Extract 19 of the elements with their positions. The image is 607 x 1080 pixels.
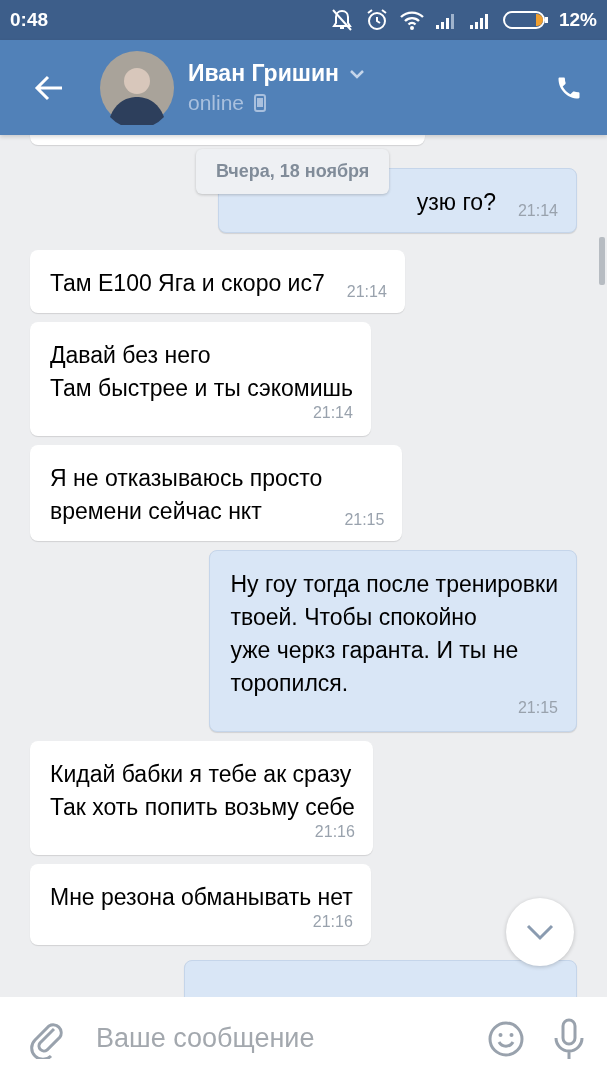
message-text: Ну гоу тогда после тренировки твоей. Чтобы спокойно уже черкз гаранта. И ты не торопился. [230,570,558,698]
date-label: Вчера, 18 ноября [196,149,390,194]
message-time: 21:14 [312,403,353,423]
message-text: Там Е100 Яга и скоро ис7 [50,269,325,298]
online-status: online [188,91,245,115]
clock: 0:48 [10,9,49,31]
message-time: 21:14 [346,282,387,302]
contact-name[interactable]: Иван Гришин [188,60,339,87]
message-text: Давай без него Там быстрее и ты сэкомишь [50,341,353,403]
message-time: 21:16 [312,912,353,932]
message-text: узю го? [416,188,496,217]
message-time: 21:14 [517,201,558,221]
message-text: Мне резона обманывать нет [50,883,353,912]
message-time: 21:15 [344,510,385,530]
battery-percent: 12% [558,9,597,31]
message-time: 21:16 [314,822,355,842]
message-text: Кидай бабки я тебе ак сразу Так хоть попить возьму себе [50,760,355,822]
message-text: Я не отказываюсь просто времени сейчас нкт [50,464,323,526]
message-time: 21:15 [517,698,558,718]
